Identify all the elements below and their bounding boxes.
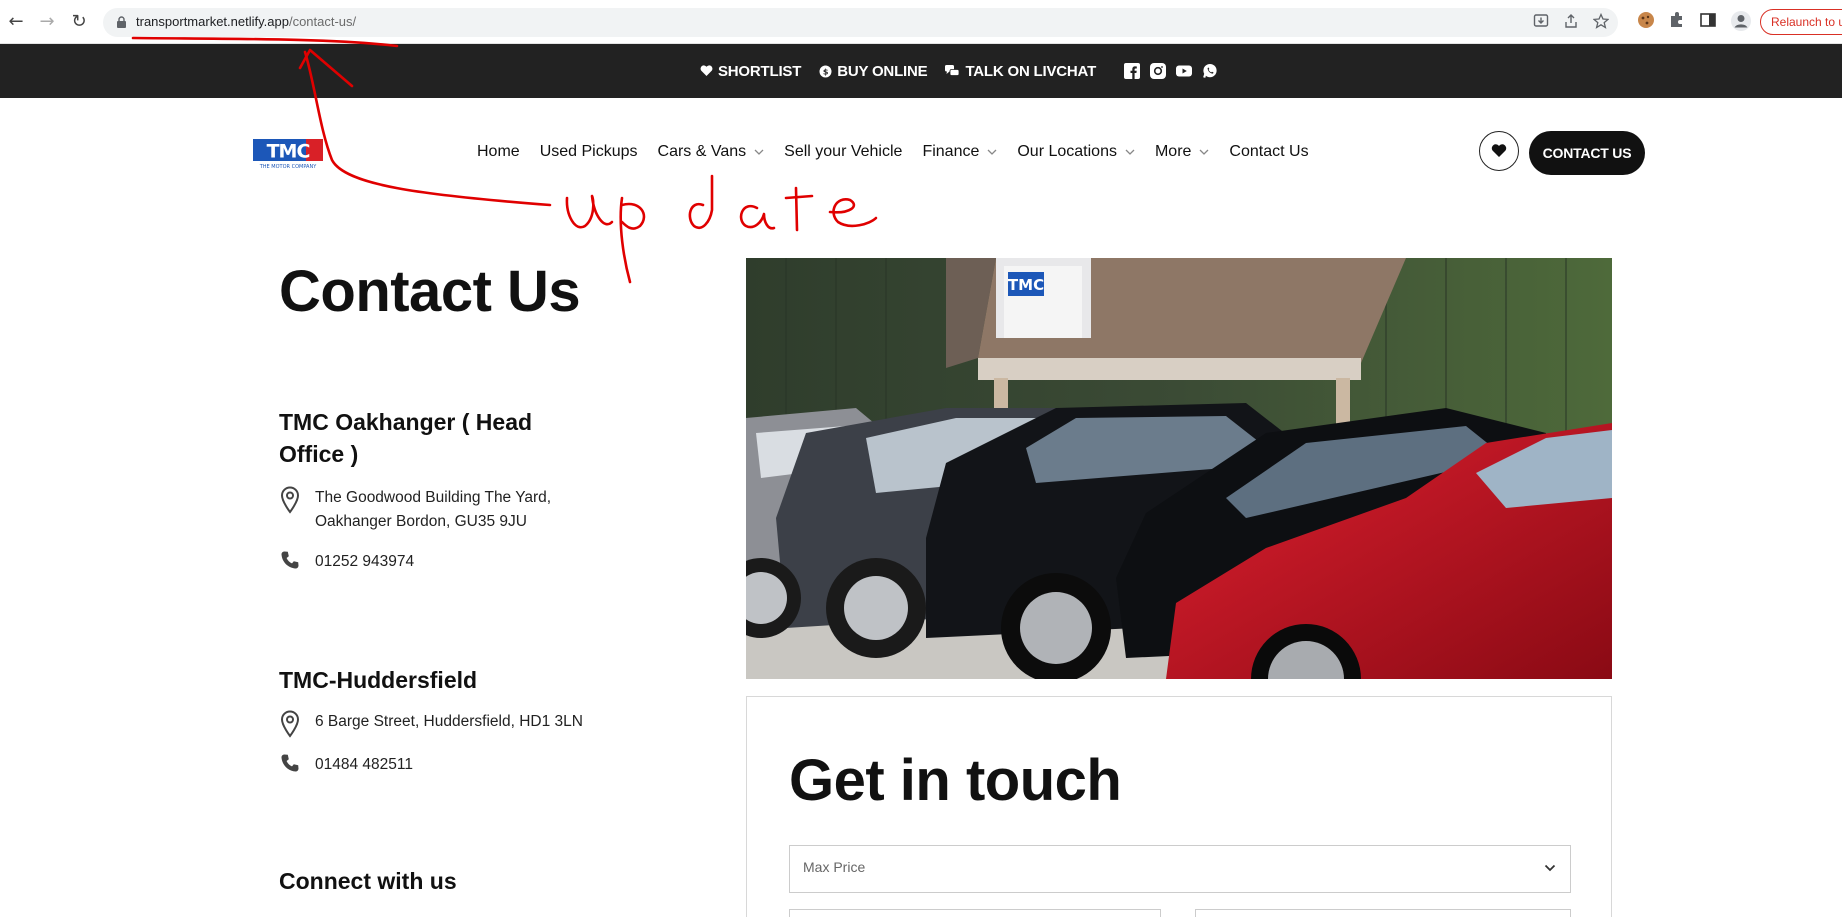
showroom-photo: TMC [746,258,1612,679]
youtube-icon[interactable] [1176,63,1193,79]
lock-icon [117,16,126,28]
phone-text: 01484 482511 [315,756,413,773]
max-price-select[interactable]: Max Price [789,845,1571,893]
address-text: 6 Barge Street, Huddersfield, HD1 3LN [315,713,583,730]
phone-icon [281,754,299,772]
coin-icon: $ [819,65,832,77]
form-heading: Get in touch [789,748,1122,813]
location-address-oakhanger: The Goodwood Building The Yard, Oakhange… [279,486,579,534]
phone-icon [281,551,299,569]
chevron-down-icon [1544,864,1556,872]
chevron-down-icon [1125,149,1135,155]
svg-text:TMC: TMC [267,141,310,163]
whatsapp-icon[interactable] [1202,63,1218,79]
map-pin-icon [280,710,300,738]
connect-heading: Connect with us [279,868,457,894]
back-icon[interactable]: ← [6,12,26,32]
page: ← → ↻ transportmarket.netlify.app/contac… [0,0,1842,917]
contact-form-card: Get in touch Max Price [746,696,1612,917]
nav-item-label: More [1154,143,1192,160]
tmc-logo[interactable]: TMC THE MOTOR COMPANY [253,138,323,170]
phone-text: 01252 943974 [315,553,415,570]
location-phone-huddersfield[interactable]: 01484 482511 [279,753,413,781]
nav-item-used-pickups[interactable]: Used Pickups [540,143,638,161]
nav-item-cars-vans[interactable]: Cars & Vans [658,143,765,161]
nav-item-finance[interactable]: Finance [922,143,997,161]
nav-item-label: Used Pickups [539,143,638,160]
livechat-link[interactable]: TALK ON LIVCHAT [945,63,1096,80]
chevron-down-icon [754,149,764,155]
nav-item-label: Home [477,143,520,160]
reload-icon[interactable]: ↻ [69,12,89,32]
page-title: Contact Us [279,259,581,324]
side-panel-icon[interactable] [1698,10,1718,30]
form-field-right[interactable] [1195,909,1571,917]
location-address-huddersfield: 6 Barge Street, Huddersfield, HD1 3LN [279,710,583,738]
url-text: transportmarket.netlify.app/contact-us/ [136,14,357,29]
buy-online-label: BUY ONLINE [837,62,928,80]
facebook-icon[interactable] [1124,63,1141,79]
address-text: The Goodwood Building The Yard, Oakhange… [315,489,552,530]
cars-lot-image: TMC [746,258,1612,679]
bookmark-star-icon[interactable] [1593,13,1609,29]
profile-avatar-icon[interactable] [1730,10,1752,32]
cookie-extension-icon[interactable] [1636,10,1656,30]
buy-online-link[interactable]: $ BUY ONLINE [819,62,928,80]
chevron-down-icon [1199,149,1209,155]
forward-icon[interactable]: → [37,12,57,32]
svg-text:$: $ [823,67,829,76]
nav-item-home[interactable]: Home [477,143,520,161]
browser-toolbar: ← → ↻ transportmarket.netlify.app/contac… [0,0,1842,44]
svg-text:THE MOTOR COMPANY: THE MOTOR COMPANY [259,164,317,170]
nav-item-our-locations[interactable]: Our Locations [1017,143,1135,161]
max-price-value: Max Price [803,859,866,875]
top-utility-bar: SHORTLIST $ BUY ONLINE TALK ON LIVCHAT [0,44,1842,98]
share-icon[interactable] [1563,13,1579,29]
contact-us-button[interactable]: CONTACT US [1529,131,1645,175]
site-header: TMC THE MOTOR COMPANY Home Used Pickups Ca… [0,98,1842,208]
nav-item-label: Contact Us [1229,143,1309,160]
instagram-icon[interactable] [1150,63,1167,79]
chevron-down-icon [987,149,997,155]
heart-icon [1491,144,1507,157]
nav-item-label: Our Locations [1017,143,1117,160]
shortlist-link[interactable]: SHORTLIST [700,63,801,80]
nav-item-contact-us[interactable]: Contact Us [1229,143,1308,161]
form-field-left[interactable] [789,909,1161,917]
location-title-oakhanger: TMC Oakhanger ( Head Office ) [279,409,533,467]
extensions-puzzle-icon[interactable] [1667,10,1687,30]
location-title-huddersfield: TMC-Huddersfield [279,667,478,693]
main-nav: Home Used Pickups Cars & Vans Sell your Veh… [477,143,1309,161]
nav-item-label: Sell your Vehicle [784,143,903,160]
shortlist-label: SHORTLIST [718,62,802,80]
shortlist-heart-button[interactable] [1479,131,1519,171]
nav-item-label: Cars & Vans [657,143,747,160]
nav-item-sell-your-vehicle[interactable]: Sell your Vehicle [784,143,902,161]
install-icon[interactable] [1533,13,1549,29]
heart-icon [700,65,713,76]
chat-bubbles-icon [945,65,960,76]
nav-item-more[interactable]: More [1155,143,1209,161]
location-phone-oakhanger[interactable]: 01252 943974 [279,550,414,578]
address-bar[interactable]: transportmarket.netlify.app/contact-us/ [103,8,1618,37]
livechat-label: TALK ON LIVCHAT [965,62,1097,80]
nav-item-label: Finance [922,143,980,160]
relaunch-button[interactable]: Relaunch to u [1760,9,1842,35]
map-pin-icon [280,486,300,514]
svg-text:TMC: TMC [1008,276,1044,294]
